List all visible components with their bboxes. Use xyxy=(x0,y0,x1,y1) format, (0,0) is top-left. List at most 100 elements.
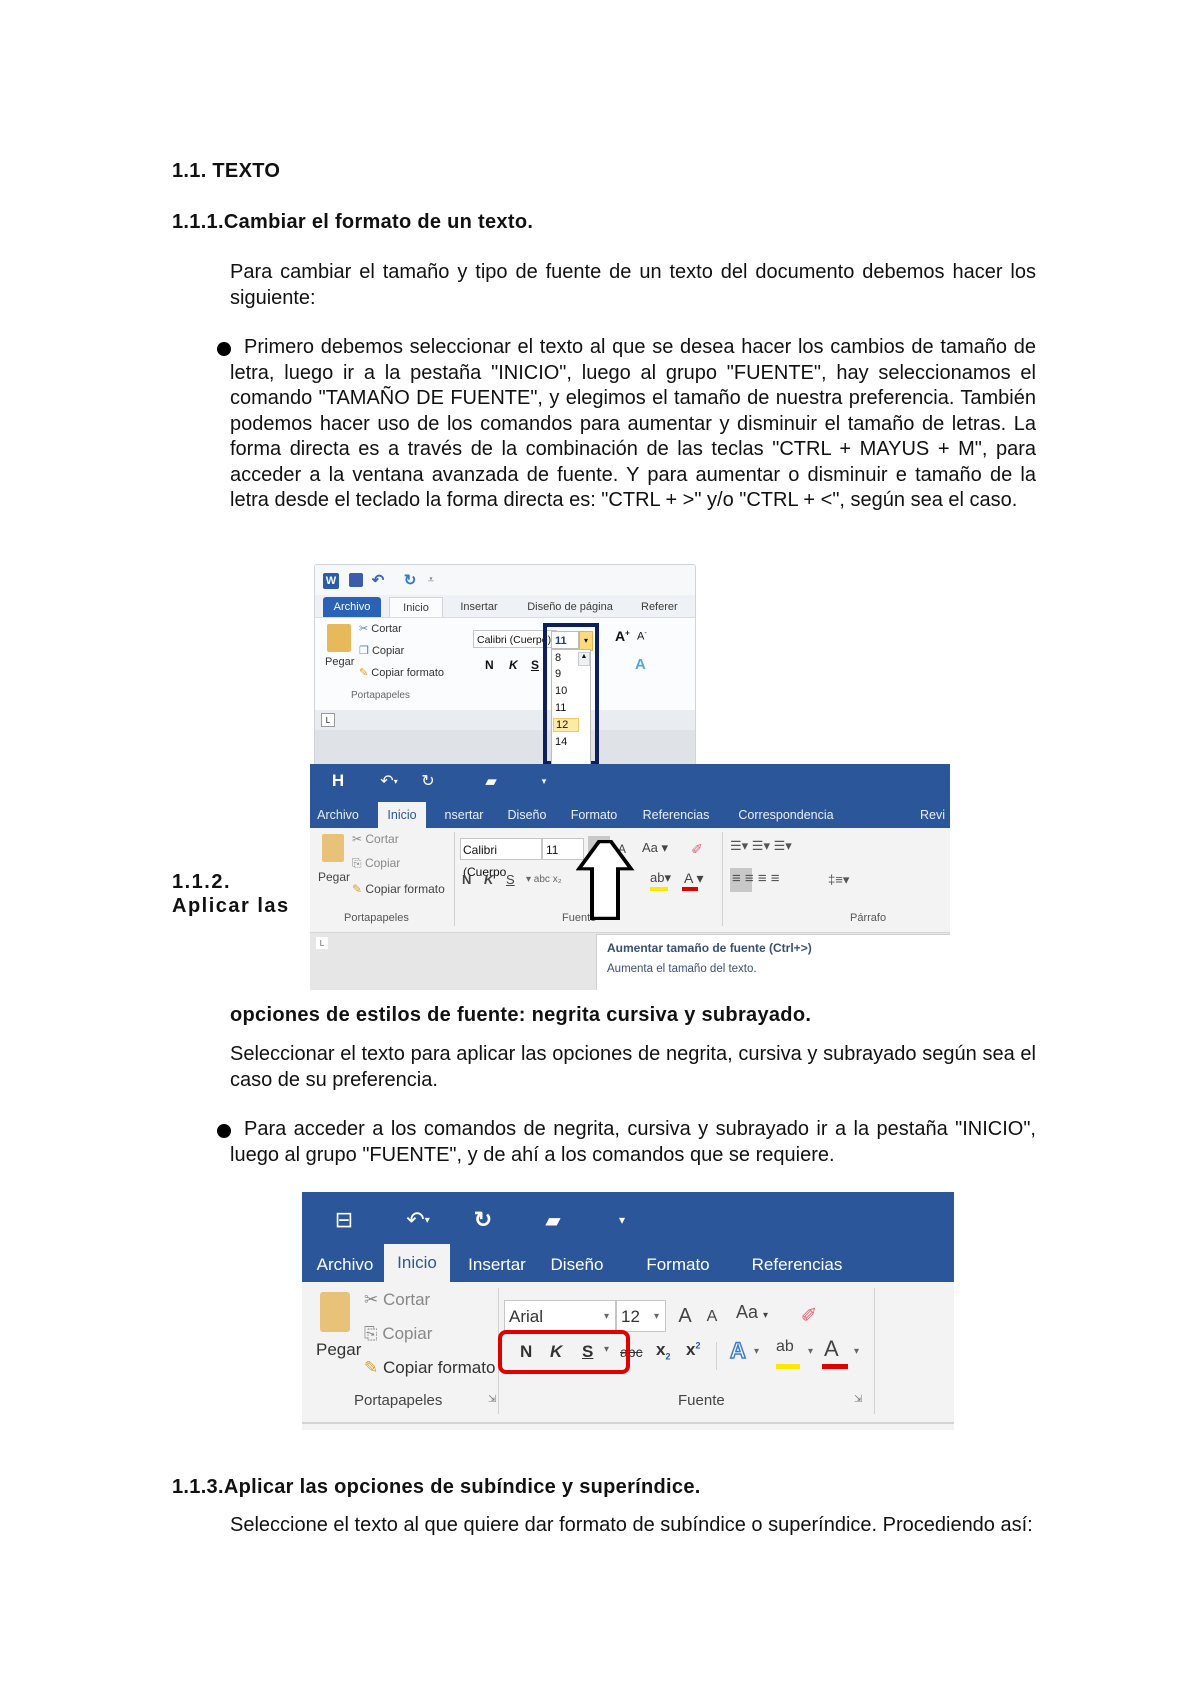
size-option-selected[interactable]: 12 xyxy=(553,718,579,732)
tab-referencias[interactable]: Referencias xyxy=(742,1248,852,1282)
tab-inicio[interactable]: Inicio xyxy=(389,597,443,618)
line-spacing-button[interactable]: ‡≡▾ xyxy=(828,872,849,888)
clear-formatting-icon[interactable]: ✐ xyxy=(688,838,706,860)
tab-revisar[interactable]: Revi xyxy=(920,802,950,828)
copy-button[interactable]: ❐ Copiar xyxy=(359,644,404,657)
copy-button[interactable]: ⎘ Copiar xyxy=(352,856,400,871)
highlight-button[interactable]: ab▾ xyxy=(650,870,671,886)
redo-icon[interactable]: ↻ xyxy=(418,770,438,792)
paste-label[interactable]: Pegar xyxy=(318,870,350,884)
bullet-icon xyxy=(217,1124,231,1138)
italic-button[interactable]: K xyxy=(509,658,518,672)
format-painter-button[interactable]: ✎ Copiar formato xyxy=(352,882,445,896)
tab-correspondencia[interactable]: Correspondencia xyxy=(728,802,844,828)
paste-label[interactable]: Pegar xyxy=(325,656,354,668)
size-option[interactable]: 14 xyxy=(555,736,567,748)
section-2-title-part2: opciones de estilos de fuente: negrita c… xyxy=(230,1004,812,1026)
tooltip: Aumentar tamaño de fuente (Ctrl+>) Aumen… xyxy=(596,934,950,990)
size-option[interactable]: 8 xyxy=(555,652,561,664)
cut-button[interactable]: ✂ Cortar xyxy=(352,832,399,846)
format-painter-button[interactable]: ✎ Copiar formato xyxy=(359,666,444,679)
subscript-button[interactable]: x2 xyxy=(656,1340,670,1361)
underline-button[interactable]: S xyxy=(506,872,515,887)
tab-diseno-pagina[interactable]: Diseño de página xyxy=(515,597,625,617)
tab-diseno[interactable]: Diseño xyxy=(544,1248,610,1282)
grow-font-icon[interactable]: A+ xyxy=(615,628,630,644)
font-size-box[interactable]: 12 ▾ xyxy=(616,1300,666,1332)
tab-stop-icon[interactable]: L xyxy=(316,937,328,949)
change-case-button[interactable]: Aa ▾ xyxy=(642,840,668,856)
text-effects-button[interactable]: A xyxy=(729,1337,746,1364)
tab-formato[interactable]: Formato xyxy=(636,1248,720,1282)
undo-icon[interactable]: ↶ xyxy=(369,570,387,590)
font-name-box[interactable]: Calibri (Cuerpo xyxy=(460,838,542,879)
tab-archivo[interactable]: Archivo xyxy=(310,802,366,828)
cut-button[interactable]: ✂ Cortar xyxy=(364,1290,430,1310)
paste-icon[interactable] xyxy=(320,1292,350,1332)
section-3-intro: Seleccione el texto al que quiere dar fo… xyxy=(230,1514,1033,1536)
tab-inicio[interactable]: Inicio xyxy=(384,1244,450,1282)
shrink-font-icon[interactable]: A- xyxy=(637,630,647,643)
save-icon[interactable]: ⊟ xyxy=(332,1206,356,1234)
paragraph-group-label: Párrafo xyxy=(850,912,887,924)
superscript-button[interactable]: x2 xyxy=(686,1340,700,1360)
redo-icon[interactable]: ↻ xyxy=(401,570,419,590)
paste-label[interactable]: Pegar xyxy=(316,1340,361,1360)
tab-inicio[interactable]: Inicio xyxy=(378,802,426,828)
paste-icon[interactable] xyxy=(322,834,344,862)
highlight-button[interactable]: ab xyxy=(776,1338,794,1356)
font-color-button[interactable]: A ▾ xyxy=(684,870,703,887)
clear-formatting-icon[interactable]: ✐ xyxy=(798,1300,820,1330)
clipboard-launcher-icon[interactable]: ⇲ xyxy=(488,1394,496,1405)
shrink-font-button[interactable]: A xyxy=(702,1302,722,1332)
font-size-dropdown-icon[interactable]: ▾ xyxy=(579,631,593,651)
font-name-box[interactable]: Arial ▾ xyxy=(504,1300,616,1332)
size-option[interactable]: 9 xyxy=(555,668,561,680)
grow-font-button[interactable]: A xyxy=(674,1300,696,1332)
tab-stop-icon[interactable]: L xyxy=(321,713,335,727)
tab-referencias[interactable]: Referencias xyxy=(636,802,716,828)
tab-diseno[interactable]: Diseño xyxy=(502,802,552,828)
customize-qat-icon[interactable]: ⩡ xyxy=(425,570,437,590)
paste-icon[interactable] xyxy=(327,624,351,652)
save-icon[interactable] xyxy=(349,573,363,587)
open-folder-icon[interactable]: ▰ xyxy=(538,1208,568,1232)
copy-button[interactable]: ⎘ Copiar xyxy=(364,1324,432,1344)
size-option[interactable]: 10 xyxy=(555,685,567,697)
tab-referencias[interactable]: Referer xyxy=(641,597,695,617)
font-color-dropdown-icon[interactable]: ▾ xyxy=(854,1346,859,1357)
customize-qat-icon[interactable]: ▾ xyxy=(616,1208,628,1232)
cut-button[interactable]: ✂ Cortar xyxy=(359,622,402,635)
change-case-button[interactable]: Aa ▾ xyxy=(736,1302,768,1323)
italic-button[interactable]: K xyxy=(484,872,493,887)
tab-insertar[interactable]: Insertar xyxy=(449,597,509,617)
highlight-dropdown-icon[interactable]: ▾ xyxy=(808,1346,813,1357)
title-bar: H ↶ ▾ ↻ ▰ ▾ xyxy=(310,764,950,798)
tab-insertar[interactable]: Insertar xyxy=(460,1248,534,1282)
open-folder-icon[interactable]: ▰ xyxy=(480,770,502,792)
underline-button[interactable]: S xyxy=(531,658,539,672)
customize-qat-icon[interactable]: ▾ xyxy=(538,770,550,792)
strikethrough-button[interactable]: ▾ abc x₂ xyxy=(526,874,562,885)
save-icon[interactable]: H xyxy=(328,770,348,792)
format-painter-button[interactable]: ✎ Copiar formato xyxy=(364,1358,495,1378)
tab-archivo[interactable]: Archivo xyxy=(310,1248,380,1282)
text-effects-icon[interactable]: A xyxy=(635,656,646,673)
undo-icon[interactable]: ↶ ▾ xyxy=(398,1206,438,1234)
tab-insertar[interactable]: nsertar xyxy=(438,802,490,828)
text-effects-dropdown-icon[interactable]: ▾ xyxy=(754,1346,759,1357)
font-color-button[interactable]: A xyxy=(824,1336,839,1362)
up-arrow-annotation xyxy=(576,840,635,921)
tab-archivo[interactable]: Archivo xyxy=(323,597,381,617)
separator xyxy=(716,1342,717,1370)
size-option[interactable]: 11 xyxy=(555,702,566,714)
scroll-up-icon[interactable]: ▲ xyxy=(578,652,590,666)
bold-button[interactable]: N xyxy=(485,658,494,672)
font-launcher-icon[interactable]: ⇲ xyxy=(854,1394,862,1405)
font-size-box[interactable]: 11 xyxy=(551,631,579,649)
alignment-buttons[interactable]: ≡ ≡ ≡ ≡ xyxy=(732,870,780,887)
redo-icon[interactable]: ↻ xyxy=(470,1206,496,1234)
bullets-button[interactable]: ☰▾ ☰▾ ☰▾ xyxy=(730,838,792,854)
undo-icon[interactable]: ↶ ▾ xyxy=(374,770,404,792)
bold-button[interactable]: N xyxy=(462,872,471,887)
